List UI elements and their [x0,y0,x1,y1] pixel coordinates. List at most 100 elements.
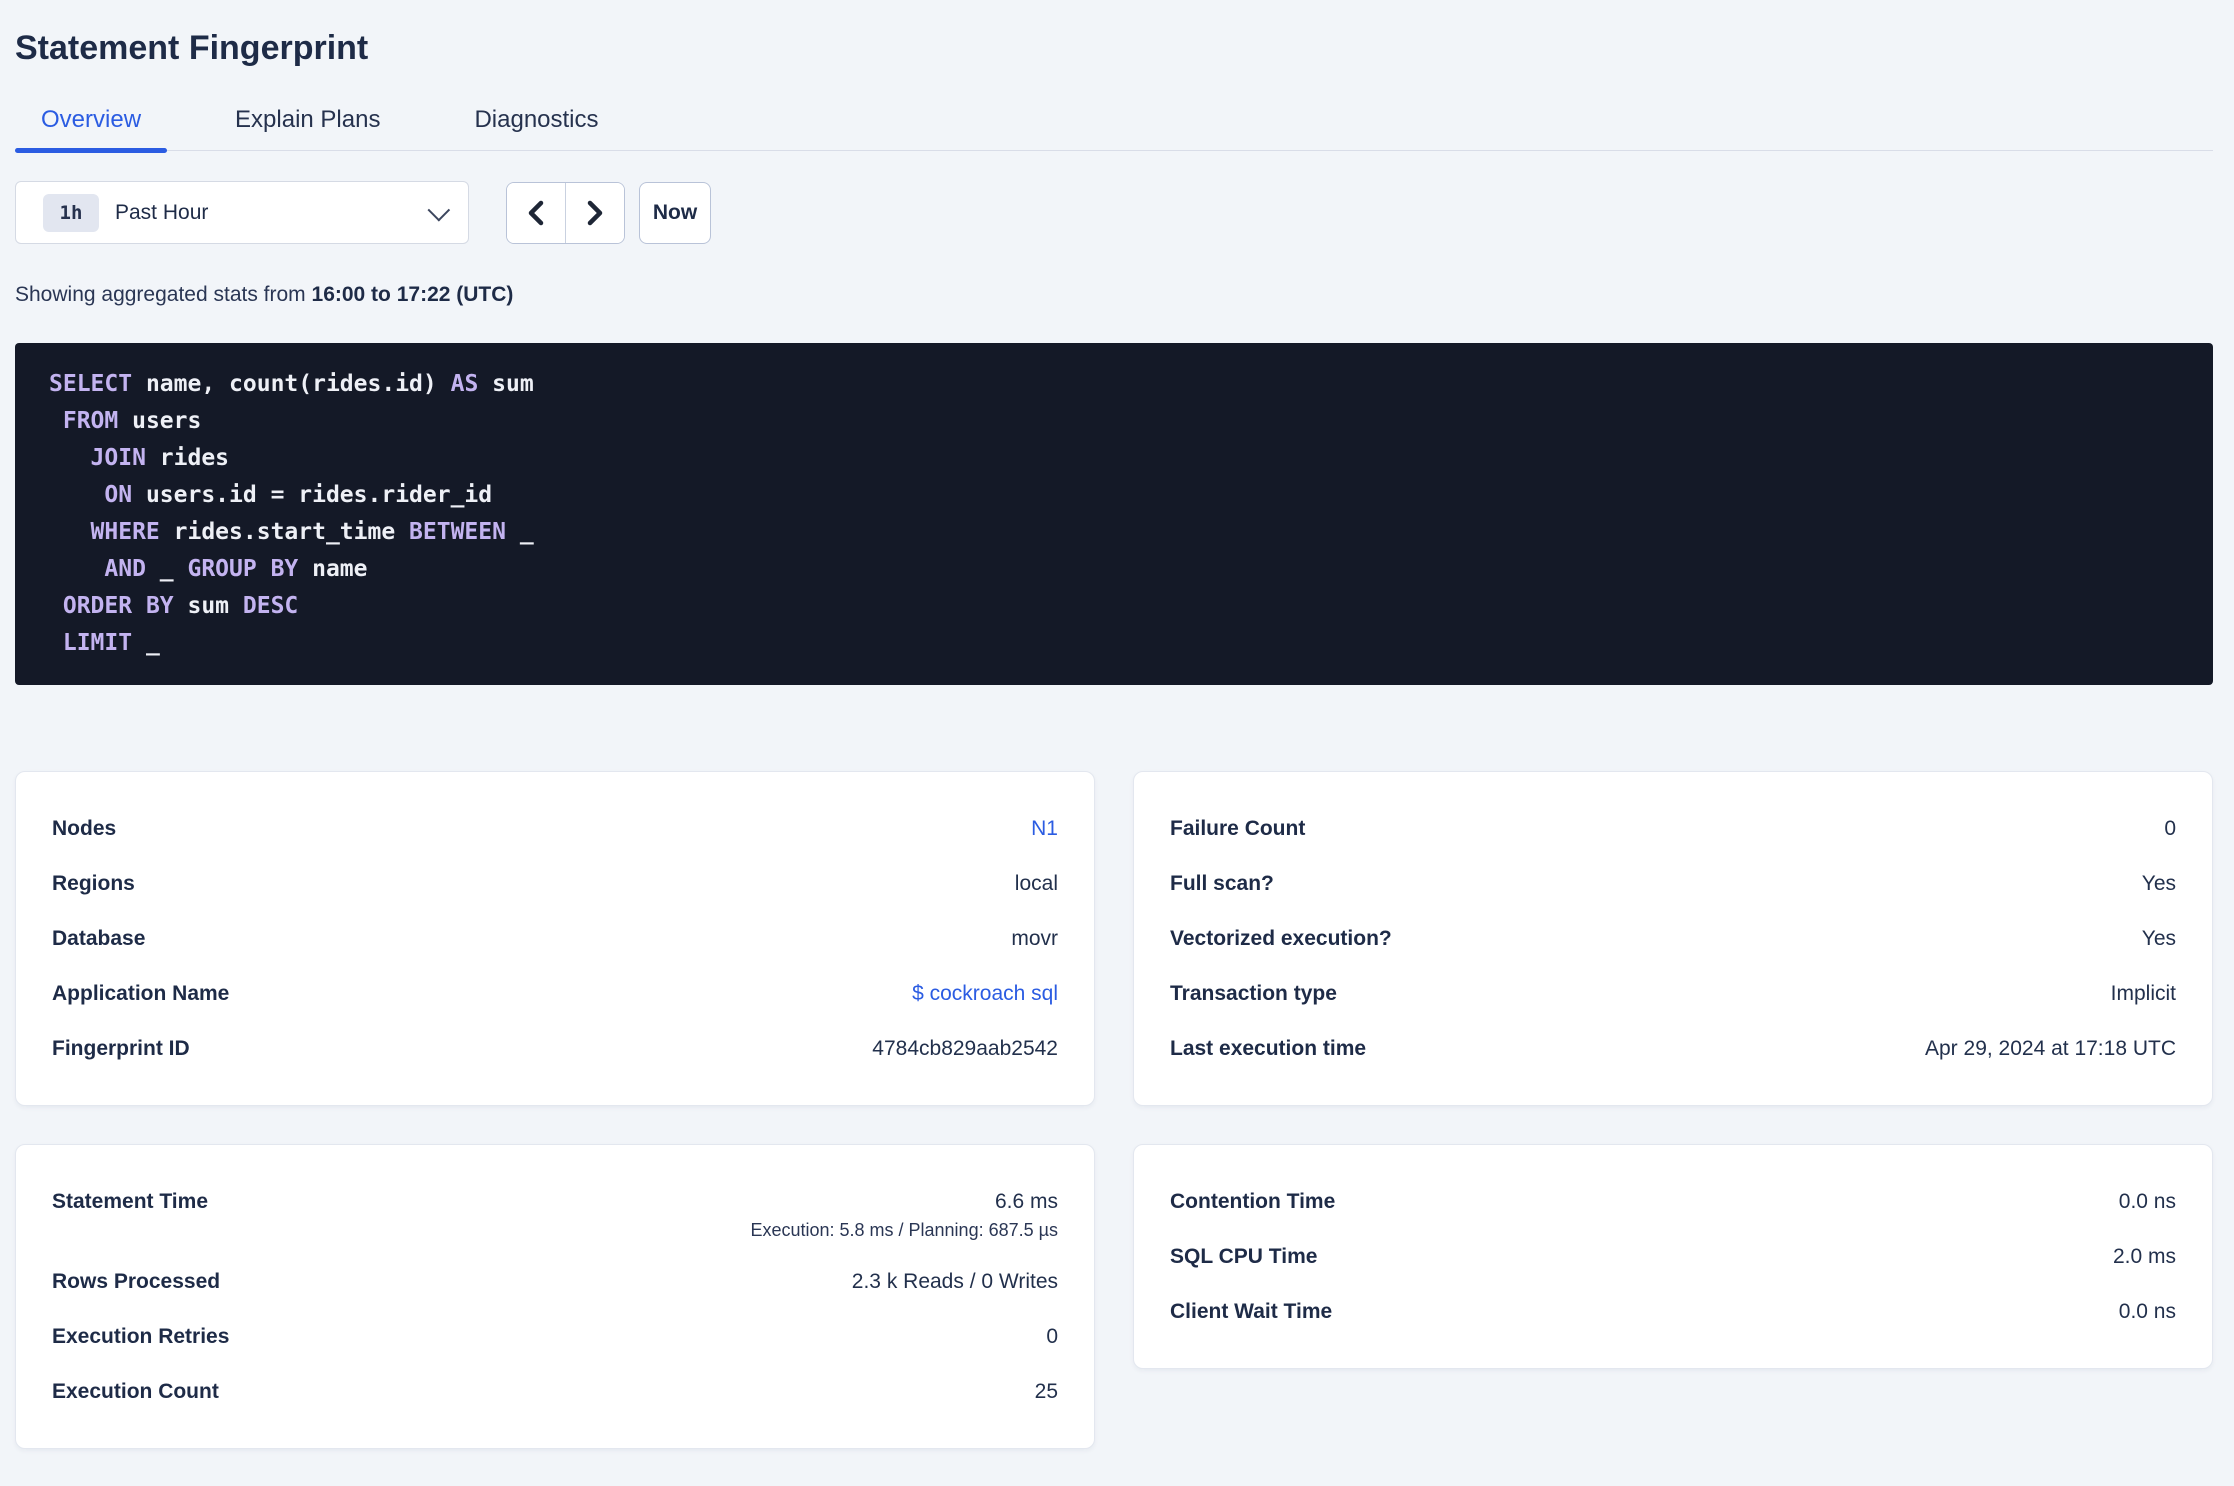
row-value-wrap: 0.0 ns [2119,1187,2176,1216]
row-label: SQL CPU Time [1170,1245,1318,1268]
row-value-wrap: local [1015,869,1058,898]
card-row: Vectorized execution? Yes [1170,924,2176,953]
card-row: Database movr [52,924,1058,953]
chevron-left-icon [525,200,547,226]
row-value-wrap: Apr 29, 2024 at 17:18 UTC [1925,1034,2176,1063]
statement-details-card: Nodes N1 Regions local Database movr Applicati… [15,771,1095,1106]
sql-line: AND _ GROUP BY name [104,556,368,582]
sql-line: FROM users [62,408,202,434]
card-row: Regions local [52,869,1058,898]
row-label: Database [52,927,146,950]
card-row: Application Name $ cockroach sql [52,979,1058,1008]
row-value-wrap: 2.0 ms [2113,1242,2176,1271]
row-label: Contention Time [1170,1190,1336,1213]
row-label: Execution Count [52,1380,219,1403]
row-label: Transaction type [1170,982,1337,1005]
row-value-wrap: N1 [1031,814,1058,843]
now-button[interactable]: Now [639,181,711,244]
card-row: Failure Count 0 [1170,814,2176,843]
card-row: Rows Processed 2.3 k Reads / 0 Writes [52,1267,1058,1296]
summary-cards-row-1: Nodes N1 Regions local Database movr Applicati… [15,771,2213,1106]
tab-diagnostics[interactable]: Diagnostics [448,106,624,150]
sql-line: ORDER BY sum DESC [62,593,299,619]
row-value-wrap: 0.0 ns [2119,1297,2176,1326]
row-value-wrap: 25 [1035,1377,1058,1406]
row-value: 0 [2164,817,2176,840]
tab-bar: Overview Explain Plans Diagnostics [15,106,2213,153]
row-value: movr [1011,927,1058,950]
row-value-wrap: 6.6 ms Execution: 5.8 ms / Planning: 687.… [750,1187,1058,1241]
row-value-wrap: $ cockroach sql [912,979,1058,1008]
row-label: Rows Processed [52,1270,221,1293]
next-range-button[interactable] [565,182,624,243]
page-title: Statement Fingerprint [15,29,369,67]
row-label: Fingerprint ID [52,1037,190,1060]
row-value: Yes [2141,872,2176,895]
time-range-badge: 1h [43,193,99,232]
previous-range-button[interactable] [507,182,565,243]
row-value: 6.6 ms [994,1190,1058,1213]
row-value: local [1014,872,1058,895]
row-value-wrap: 2.3 k Reads / 0 Writes [852,1267,1058,1296]
card-row: Fingerprint ID 4784cb829aab2542 [52,1034,1058,1063]
sql-line: ON users.id = rides.rider_id [104,482,493,508]
sql-line: SELECT name, count(rides.id) AS sum [49,371,534,397]
sql-line: LIMIT _ [62,630,160,656]
time-range-select[interactable]: 1h Past Hour [15,181,469,244]
row-label: Failure Count [1170,817,1306,840]
card-row: Execution Count 25 [52,1377,1058,1406]
row-value: Yes [2141,927,2176,950]
row-value: Apr 29, 2024 at 17:18 UTC [1925,1037,2176,1060]
row-value-wrap: movr [1011,924,1058,953]
range-step-buttons [506,181,625,244]
stats-line-prefix: Showing aggregated stats from [15,283,312,306]
row-label: Statement Time [52,1190,208,1213]
card-row: Last execution time Apr 29, 2024 at 17:18… [1170,1034,2176,1063]
row-label: Client Wait Time [1170,1300,1333,1323]
row-value: 0.0 ns [2118,1300,2176,1323]
row-value-wrap: 4784cb829aab2542 [872,1034,1058,1063]
row-value: Implicit [2110,982,2176,1005]
card-row: SQL CPU Time 2.0 ms [1170,1242,2176,1271]
time-range-label: Past Hour [115,200,209,224]
row-value: 25 [1034,1380,1058,1403]
stats-line-range: 16:00 to 17:22 (UTC) [311,283,514,306]
execution-details-card: Failure Count 0 Full scan? Yes Vectorized ex… [1133,771,2213,1106]
row-label: Execution Retries [52,1325,230,1348]
card-row: Transaction type Implicit [1170,979,2176,1008]
card-row: Full scan? Yes [1170,869,2176,898]
tab-explain-plans[interactable]: Explain Plans [209,106,406,150]
row-label: Last execution time [1170,1037,1367,1060]
card-row: Contention Time 0.0 ns [1170,1187,2176,1216]
card-row: Nodes N1 [52,814,1058,843]
row-label: Application Name [52,982,230,1005]
row-value-wrap: Implicit [2111,979,2176,1008]
row-label: Vectorized execution? [1170,927,1392,950]
page-container: Statement Fingerprint Overview Explain Pl… [0,28,2234,1449]
row-label: Regions [52,872,135,895]
row-subvalue: Execution: 5.8 ms / Planning: 687.5 µs [750,1220,1058,1240]
sql-line: JOIN rides [90,445,230,471]
card-row: Statement Time 6.6 ms Execution: 5.8 ms / … [52,1187,1058,1241]
time-controls: 1h Past Hour Now [15,181,2213,244]
aggregated-stats-line: Showing aggregated stats from 16:00 to 1… [15,282,2213,307]
chevron-down-icon [427,198,451,221]
summary-cards-row-2: Statement Time 6.6 ms Execution: 5.8 ms / … [15,1144,2213,1449]
row-value-link[interactable]: N1 [1031,817,1058,840]
statement-time-card: Statement Time 6.6 ms Execution: 5.8 ms / … [15,1144,1095,1449]
card-row: Execution Retries 0 [52,1322,1058,1351]
tab-overview[interactable]: Overview [15,106,168,153]
row-value: 4784cb829aab2542 [872,1037,1058,1060]
row-value: 2.0 ms [2112,1245,2176,1268]
sql-code-block: SELECT name, count(rides.id) AS sum FROM… [15,343,2213,685]
row-value-wrap: 0 [2164,814,2176,843]
card-row: Client Wait Time 0.0 ns [1170,1297,2176,1326]
row-value-wrap: Yes [2142,924,2176,953]
row-value: 0 [1046,1325,1058,1348]
row-label: Full scan? [1170,872,1274,895]
row-value-link[interactable]: $ cockroach sql [912,982,1058,1005]
sql-line: WHERE rides.start_time BETWEEN _ [90,519,534,545]
wait-time-card: Contention Time 0.0 ns SQL CPU Time 2.0 ms C… [1133,1144,2213,1369]
chevron-right-icon [584,200,606,226]
row-value-wrap: Yes [2142,869,2176,898]
